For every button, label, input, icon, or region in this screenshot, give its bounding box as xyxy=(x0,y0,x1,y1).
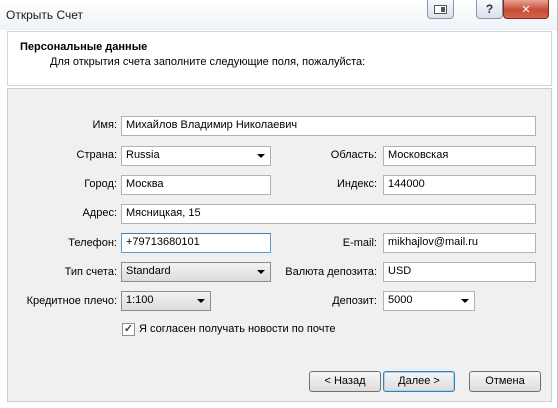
address-label: Адрес: xyxy=(82,207,117,219)
help-button[interactable]: ? xyxy=(476,0,503,19)
newsletter-checkbox[interactable]: ✓ xyxy=(122,323,135,336)
cancel-button[interactable]: Отмена xyxy=(469,371,541,392)
account-type-select[interactable]: Standard xyxy=(121,262,271,282)
account-icon-button[interactable] xyxy=(427,0,454,19)
checkmark-icon: ✓ xyxy=(123,323,134,335)
region-label: Область: xyxy=(330,149,377,161)
deposit-label: Депозит: xyxy=(332,295,377,307)
index-field[interactable]: 144000 xyxy=(383,175,536,195)
title-bar: Открыть Счет ? ✕ xyxy=(0,0,557,30)
phone-field[interactable]: +79713680101 xyxy=(121,233,271,253)
deposit-value: 5000 xyxy=(388,294,413,306)
chevron-down-icon xyxy=(257,270,265,274)
card-icon xyxy=(434,4,447,14)
leverage-value: 1:100 xyxy=(126,294,154,306)
name-field[interactable]: Михайлов Владимир Николаевич xyxy=(121,116,536,136)
page-title: Персональные данные xyxy=(20,41,148,53)
email-label: E-mail: xyxy=(342,237,377,249)
currency-field[interactable]: USD xyxy=(383,262,536,282)
next-button[interactable]: Далее > xyxy=(383,371,455,392)
phone-label: Телефон: xyxy=(68,237,117,249)
deposit-select[interactable]: 5000 xyxy=(383,291,475,311)
help-icon: ? xyxy=(485,2,494,16)
country-select[interactable]: Russia xyxy=(121,146,271,166)
chevron-down-icon xyxy=(197,299,205,303)
country-value: Russia xyxy=(126,149,160,161)
index-label: Индекс: xyxy=(336,178,377,190)
open-account-dialog: Открыть Счет ? ✕ Персональные данные Для… xyxy=(0,0,558,408)
newsletter-label[interactable]: Я согласен получать новости по почте xyxy=(139,323,335,335)
chevron-down-icon xyxy=(461,299,469,303)
back-button[interactable]: < Назад xyxy=(309,371,381,392)
country-label: Страна: xyxy=(76,149,117,161)
close-icon: ✕ xyxy=(521,3,531,16)
region-field[interactable]: Московская xyxy=(383,146,536,166)
name-label: Имя: xyxy=(92,119,117,131)
page-subtitle: Для открытия счета заполните следующие п… xyxy=(50,56,366,68)
close-button[interactable]: ✕ xyxy=(503,0,549,19)
account-type-label: Тип счета: xyxy=(64,266,117,278)
city-label: Город: xyxy=(84,178,117,190)
leverage-select[interactable]: 1:100 xyxy=(121,291,211,311)
window-title: Открыть Счет xyxy=(6,8,84,22)
account-type-value: Standard xyxy=(126,265,171,277)
city-field[interactable]: Москва xyxy=(121,175,271,195)
address-field[interactable]: Мясницкая, 15 xyxy=(121,204,536,224)
chevron-down-icon xyxy=(257,154,265,158)
currency-label: Валюта депозита: xyxy=(285,266,377,278)
leverage-label: Кредитное плечо: xyxy=(26,295,117,307)
email-field[interactable]: mikhajlov@mail.ru xyxy=(383,233,536,253)
